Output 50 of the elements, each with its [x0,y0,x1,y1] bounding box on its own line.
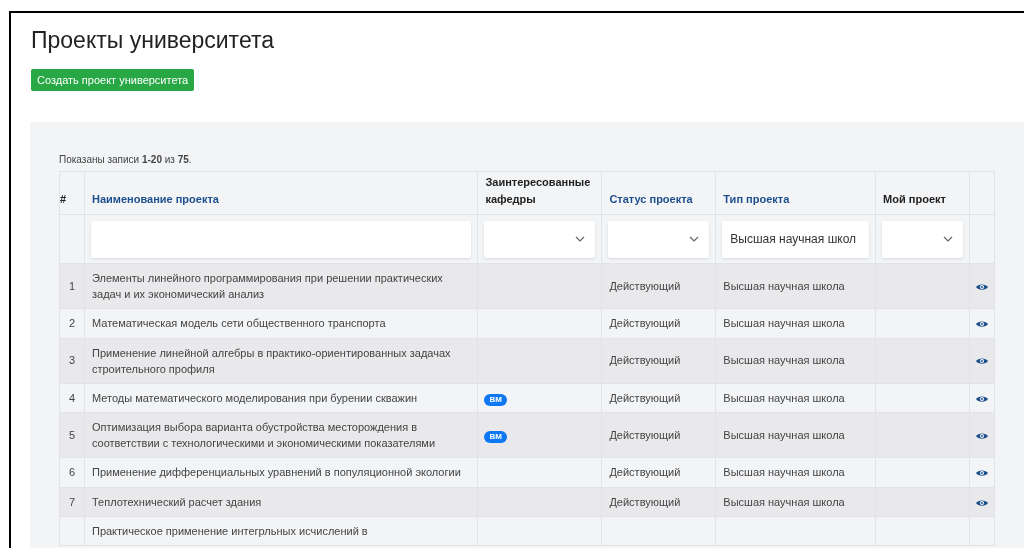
row-number: 3 [68,354,76,367]
column-header: # [60,192,67,205]
row-number: 2 [68,317,76,329]
filter-field[interactable] [90,220,472,258]
project-type: Высшая научная школа [723,354,845,367]
row-number: 6 [68,466,76,478]
page-title: Проекты университета [31,26,275,55]
view-eye-icon[interactable] [976,498,988,507]
records-summary: Показаны записи 1-20 из 75. [59,153,193,167]
view-eye-icon[interactable] [976,469,988,478]
project-type: Высшая научная школа [723,391,845,404]
view-eye-icon[interactable] [976,431,988,440]
project-type: Высшая научная школа [723,317,845,329]
project-type: Высшая научная школа [723,428,845,441]
chevron-down-icon [943,236,953,242]
chevron-down-icon [575,236,586,242]
project-status: Действующий [609,317,681,329]
project-name: Применение дифференциальных уравнений в популяционной экологии [91,465,462,480]
project-name: Элементы линейного программирования при решении практических задач и их экономический анализ [91,271,444,302]
view-eye-icon[interactable] [976,320,988,329]
column-header: Заинтересованные кафедры [485,176,591,205]
view-eye-icon[interactable] [976,357,988,366]
column-header[interactable]: Наименование проекта [91,192,219,205]
department-tag: ВМ [484,393,507,406]
project-name: Применение линейной алгебры в практико-ориентированных задачах строительного профиля [91,345,452,377]
view-eye-icon[interactable] [976,282,988,291]
project-status: Действующий [609,391,681,404]
project-status: Действующий [609,466,681,478]
project-name: Математическая модель сети общественного транспорта [91,316,387,331]
project-name: Оптимизация выбора варианта обустройства месторождения в соответствии с технологическими и экономическими показателями [91,420,437,451]
chevron-down-icon [689,236,700,242]
column-header[interactable]: Тип проекта [723,192,790,205]
project-type: Высшая научная школа [723,495,845,508]
column-header: Мой проект [883,192,946,205]
project-status: Действующий [609,495,681,508]
project-status: Действующий [609,279,681,292]
row-number: 4 [68,391,76,404]
filter-field[interactable]: Высшая научная школ [722,220,870,258]
row-number: 5 [68,428,76,441]
department-tag: ВМ [484,430,507,443]
row-number: 7 [68,495,76,508]
row-number: 1 [68,279,76,292]
project-status: Действующий [609,428,681,441]
project-type: Высшая научная школа [723,466,845,478]
project-name: Методы математического моделирования при бурении скважин [91,390,419,406]
project-status: Действующий [609,354,681,367]
project-type: Высшая научная школа [723,279,845,292]
project-name: Теплотехнический расчет здания [91,494,263,510]
project-name: Практическое применение интегрльных исчислений в [91,524,369,539]
view-eye-icon[interactable] [976,394,988,403]
